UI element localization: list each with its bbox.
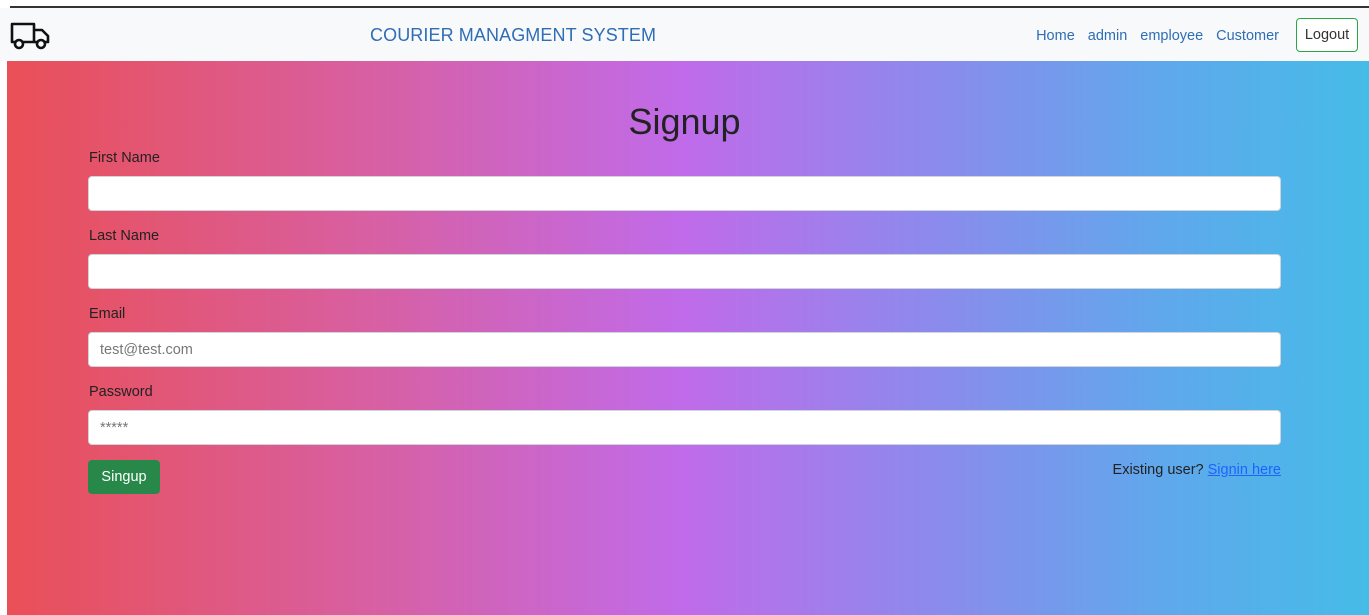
email-field[interactable] [88,332,1281,367]
nav-link-home[interactable]: Home [1036,28,1075,44]
last-name-label: Last Name [89,228,160,244]
nav-link-customer[interactable]: Customer [1216,28,1279,44]
brand-title[interactable]: COURIER MANAGMENT SYSTEM [370,25,656,46]
page-title: Signup [628,101,741,142]
existing-user-text: Existing user? [1112,462,1204,478]
truck-icon[interactable] [10,20,52,50]
first-name-field[interactable] [88,176,1281,211]
signup-section: Signup First Name Last Name Email Passwo… [0,61,1369,615]
logout-button[interactable]: Logout [1296,18,1358,52]
navbar: COURIER MANAGMENT SYSTEM Home admin empl… [0,8,1369,61]
first-name-label: First Name [89,150,160,166]
password-label: Password [89,384,153,400]
email-label: Email [89,306,126,322]
nav-link-admin[interactable]: admin [1088,28,1128,44]
nav-links: Home admin employee Customer [1036,28,1279,44]
top-border [0,0,1369,8]
password-field[interactable] [88,410,1281,445]
existing-user-prompt: Existing user? Signin here [1113,462,1281,478]
signin-link[interactable]: Signin here [1208,462,1281,478]
last-name-field[interactable] [88,254,1281,289]
signup-button[interactable]: Singup [88,460,160,494]
nav-link-employee[interactable]: employee [1140,28,1203,44]
